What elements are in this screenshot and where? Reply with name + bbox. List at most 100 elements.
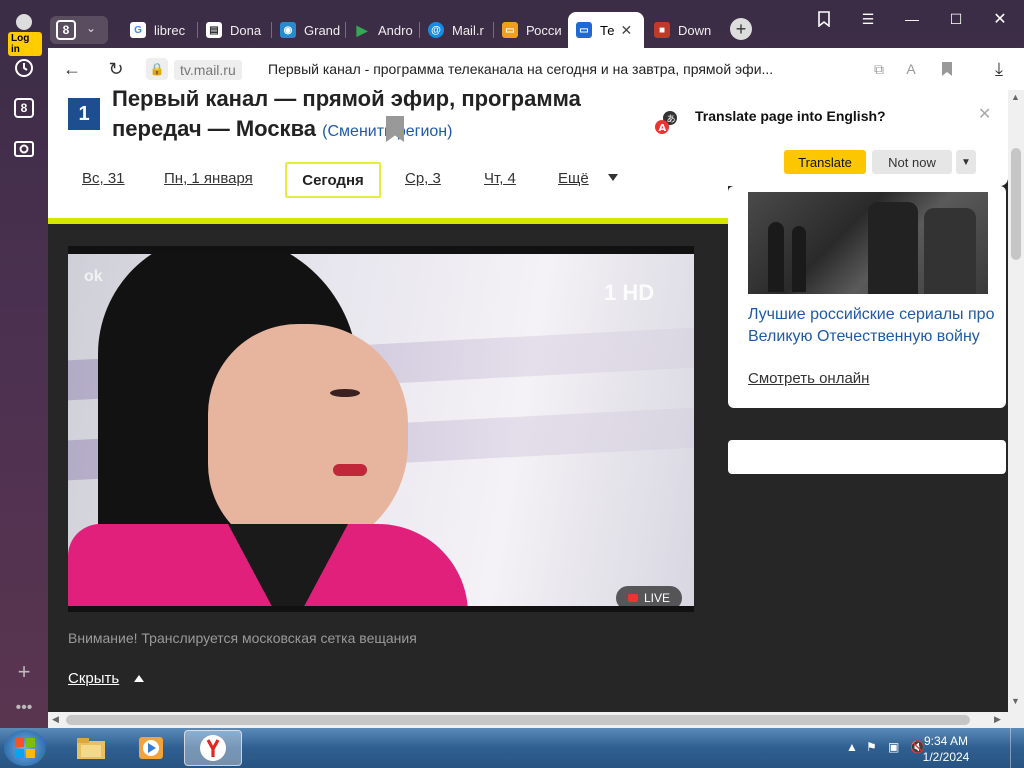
tab-label: Down [678,22,712,38]
tab-counter-number: 8 [56,20,76,40]
minimize-button[interactable]: — [898,8,926,30]
scroll-up-icon[interactable]: ▲ [1011,92,1020,102]
empty-card [728,440,1006,474]
media-player-icon[interactable] [122,730,180,766]
copy-icon[interactable]: ⧉ [868,58,890,80]
bookmark-page-icon[interactable] [936,58,958,80]
tab-grand[interactable]: ◉ Grand [272,14,346,46]
vertical-scrollbar[interactable]: ▲ ▼ [1008,90,1024,712]
tray-expand-icon[interactable]: ▲ [846,740,858,754]
tab-andro[interactable]: ▶ Andro [346,14,420,46]
not-now-button[interactable]: Not now [872,150,952,174]
day-tab-more[interactable]: Ещё [558,170,589,187]
history-icon[interactable] [8,52,40,84]
translate-button[interactable]: Translate [784,150,866,174]
clock-date: 1/2/2024 [922,750,970,764]
monitor-icon: ▭ [502,22,518,38]
video-frame[interactable]: ok 1 HD LIVE [68,254,694,606]
profile-button[interactable]: Log in [6,10,42,56]
tab-strip: 8 ⌄ G librec ▤ Dona ◉ Grand ▶ Andro @ Ma… [48,0,1024,48]
chevron-down-icon[interactable]: ▼ [956,150,976,174]
tab-label: Mail.r [452,22,484,38]
tab-mail[interactable]: @ Mail.r [420,14,494,46]
day-tab-sun[interactable]: Вс, 31 [82,170,125,187]
at-icon: @ [428,22,444,38]
url-domain[interactable]: tv.mail.ru [174,60,242,80]
windows-icon [15,738,35,758]
menu-icon[interactable]: ☰ [854,8,882,30]
tab-rossi[interactable]: ▭ Росси [494,14,568,46]
translate-popup: あA Translate page into English? ✕ Transl… [634,90,1008,186]
translate-icon: あA [654,110,678,134]
download-icon[interactable]: ⤓ [988,58,1010,80]
add-panel-icon[interactable]: + [8,656,40,688]
lock-icon[interactable]: 🔒 [146,58,168,80]
broadcast-notice: Внимание! Транслируется московская сетка… [68,630,417,646]
action-center-icon[interactable]: ⚑ [866,740,877,754]
tab-label: librec [154,22,186,38]
close-window-button[interactable]: ✕ [986,8,1014,30]
ok-logo: ok [84,268,103,285]
reload-button[interactable]: ↻ [104,58,128,80]
screenshot-icon[interactable] [8,132,40,164]
live-badge: LIVE [616,586,682,606]
bookmarks-icon[interactable] [810,8,838,30]
scroll-right-icon[interactable]: ▶ [994,714,1001,725]
svg-text:A: A [659,123,667,134]
browser-sidebar: Log in 8 + ••• [0,0,48,728]
close-tab-icon[interactable]: ✕ [620,22,632,39]
tab-librec[interactable]: G librec [122,14,198,46]
promo-title[interactable]: Лучшие российские сериалы про Великую От… [748,304,998,348]
translate-question: Translate page into English? [695,108,886,124]
tab-label: Andro [378,22,413,38]
header-accent-line [48,218,728,224]
scroll-down-icon[interactable]: ▼ [1011,696,1020,706]
channel-one-logo: 1 [68,98,100,130]
live-label: LIVE [643,591,670,605]
watch-online-link[interactable]: Смотреть онлайн [748,370,869,387]
show-desktop-button[interactable] [1010,728,1024,768]
document-icon: ▤ [206,22,222,38]
translate-icon[interactable]: A [900,58,922,80]
scroll-left-icon[interactable]: ◀ [52,714,59,725]
browser-window: Log in 8 + ••• 8 ⌄ G librec ▤ Dona ◉ Gra… [0,0,1024,728]
tab-down[interactable]: ■ Down [646,14,722,46]
yandex-browser-icon[interactable] [184,730,242,766]
video-player[interactable]: ok 1 HD LIVE [68,246,694,612]
start-button[interactable] [4,730,46,766]
network-icon[interactable]: ▣ [888,740,899,754]
new-tab-button[interactable]: + [730,18,752,40]
promo-card[interactable]: Лучшие российские сериалы про Великую От… [728,186,1006,408]
day-tab-mon[interactable]: Пн, 1 января [164,170,253,187]
arrow-up-icon[interactable] [134,675,144,682]
user-icon [16,14,32,30]
tab-label: Те [600,22,615,38]
tab-label: Росси [526,22,562,38]
horizontal-scroll-thumb[interactable] [66,715,970,725]
file-explorer-icon[interactable] [62,730,120,766]
more-icon[interactable]: ••• [8,692,40,724]
url-page-title[interactable]: Первый канал - программа телеканала на с… [268,61,773,77]
day-tab-thu[interactable]: Чт, 4 [484,170,516,187]
more-arrow-icon[interactable] [608,174,618,181]
tab-counter-button[interactable]: 8 ⌄ [50,16,108,44]
tab-label: Dona [230,22,262,38]
tab-active[interactable]: ▭ Те ✕ [568,12,644,48]
day-tab-today[interactable]: Сегодня [285,162,381,198]
back-button[interactable]: ← [60,58,84,80]
tab-dona[interactable]: ▤ Dona [198,14,272,46]
page-header: 1 Первый канал — прямой эфир, программа … [48,90,728,224]
day-tab-wed[interactable]: Ср, 3 [405,170,441,187]
tab-count-icon[interactable]: 8 [8,92,40,124]
monitor-icon: ▭ [576,22,592,38]
clock-time: 9:34 AM [923,734,969,748]
horizontal-scrollbar[interactable]: ◀ ▶ [48,712,1008,728]
clock[interactable]: 9:34 AM 1/2/2024 [916,733,976,765]
close-popup-icon[interactable]: ✕ [978,104,991,124]
maximize-button[interactable]: ☐ [942,8,970,30]
vertical-scroll-thumb[interactable] [1011,148,1021,260]
promo-image[interactable] [748,192,988,294]
globe-icon: ◉ [280,22,296,38]
hide-button[interactable]: Скрыть [68,670,119,687]
channel-watermark: 1 HD [604,280,655,305]
